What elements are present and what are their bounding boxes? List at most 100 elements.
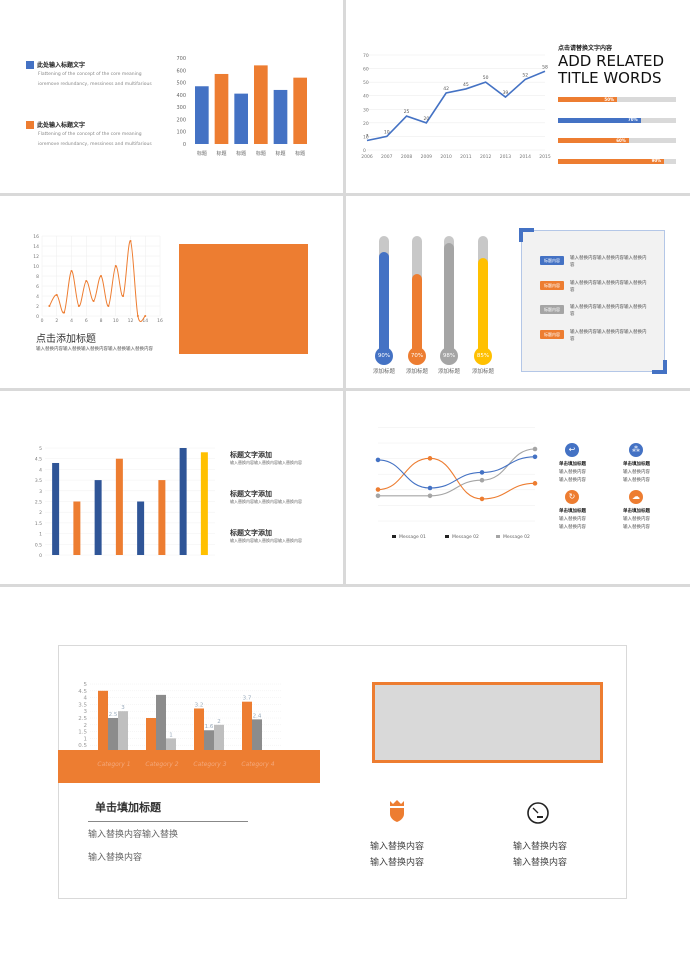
y-tick-label: 1.5 (78, 730, 87, 736)
item-title: 标题文字添加 (230, 451, 272, 459)
data-label: 50 (483, 75, 489, 81)
feature-1-line-1: 输入替换内容 (370, 842, 425, 852)
legend-label: Message 02 (503, 534, 530, 540)
feature-title: 单击填加标题 (623, 509, 650, 514)
data-point (479, 496, 485, 502)
data-point (532, 454, 538, 460)
data-label: 1 (169, 732, 173, 738)
feature-title: 单击填加标题 (559, 462, 586, 467)
cloud-icon: ☁ (629, 490, 643, 504)
data-line (48, 240, 146, 322)
progress-label: 70% (628, 117, 638, 122)
y-tick-label: 2.5 (78, 716, 87, 722)
data-point (63, 311, 66, 314)
title-underline (88, 821, 248, 822)
bar (94, 480, 102, 555)
bar (195, 86, 209, 144)
bar (214, 73, 229, 144)
y-tick-label: 4 (36, 294, 39, 300)
feature-2-line-1: 输入替换内容 (513, 842, 568, 852)
y-tick-label: 50 (363, 80, 369, 86)
feature-line: 输入替换内容 (623, 478, 650, 483)
data-label: 7 (366, 134, 369, 140)
slide-2[interactable]: 0 10 20 30 40 50 60 70 2006 2007 2008 2009 2010 2011 2… (346, 0, 690, 193)
y-tick-label: 500 (176, 81, 186, 87)
slide-4[interactable]: 90% 添加标题 70% 添加标题 98% 添加标题 85% 添加标题 标题内容 输入替换内容输… (346, 196, 690, 388)
slide-6[interactable]: Message 01 Message 02 Message 02 ↩ 单击填加标题 输入… (346, 391, 690, 584)
y-tick-label: 1 (39, 532, 42, 538)
bar (73, 501, 81, 555)
progress-fill: 60% (558, 138, 629, 143)
feature-2-line-2: 输入替换内容 (513, 858, 568, 868)
data-point (122, 295, 125, 297)
x-tick-label: 标题 (197, 150, 207, 157)
data-point (92, 300, 95, 302)
y-tick-label: 16 (33, 234, 39, 240)
y-tick-label: 60 (363, 67, 369, 73)
tag-text: 输入替换内容输入替换内容输入替换内容 (570, 305, 647, 317)
y-tick-label: 6 (36, 284, 39, 290)
y-tick-label: 0.5 (35, 542, 42, 548)
body-line-2: 输入替换内容 (88, 853, 143, 863)
x-tick-label: 0 (41, 318, 44, 324)
data-point (136, 315, 139, 317)
feature-line: 输入替换内容 (559, 517, 586, 522)
data-label: 45 (463, 82, 469, 88)
data-point (129, 240, 132, 242)
thermometer-bulb: 98% (440, 347, 458, 365)
image-placeholder[interactable] (179, 244, 308, 354)
y-tick-label: 0.5 (78, 743, 87, 749)
bar (156, 694, 166, 752)
data-label: 52 (522, 72, 528, 78)
bar (179, 448, 187, 555)
y-tick-label: 4 (84, 696, 88, 702)
data-label: 25 (404, 109, 410, 115)
y-tick-label: 0 (36, 314, 39, 320)
data-label: 2.4 (253, 713, 262, 719)
slide-3[interactable]: 0 2 4 6 8 10 12 14 16 0 2 4 6 8 10 12 14 16 点击添加标题 输入替换内容… (0, 196, 343, 388)
y-tick-label: 14 (33, 244, 39, 250)
y-tick-label: 200 (176, 117, 186, 123)
y-tick-label: 400 (176, 93, 186, 99)
bar (204, 730, 214, 752)
legend-label: Message 01 (399, 534, 426, 540)
progress-bar: 90% (558, 158, 676, 164)
data-point (77, 305, 80, 307)
y-tick-label: 4.5 (78, 689, 87, 695)
data-point (55, 294, 58, 296)
y-tick-label: 600 (176, 68, 186, 74)
slide-5[interactable]: 0 0.5 1 1.5 2 2.5 3 3.5 4 4.5 5 标题文字添加 输入替换内容输入替换内容… (0, 391, 343, 584)
thermometer-fill (444, 243, 454, 351)
y-tick-label: 4.5 (35, 457, 42, 463)
y-tick-label: 8 (36, 274, 39, 280)
progress-fill: 50% (558, 97, 617, 102)
bar (200, 452, 208, 555)
slide-desc: 输入替换内容输入替换输入替换内容输入替换输入替换内容 (36, 347, 153, 352)
bar (137, 501, 145, 555)
series-line (377, 457, 536, 500)
feature-line: 输入替换内容 (559, 478, 586, 483)
grouped-bar-chart: 00.511.522.533.544.552.5313.21.623.72.4C… (58, 682, 320, 783)
x-tick-label: 2006 (361, 154, 373, 160)
data-label: 1.6 (205, 724, 214, 730)
image-placeholder[interactable] (372, 682, 603, 763)
subtitle: 点击请替换文字内容 (558, 45, 613, 52)
refresh-icon: ↻ (565, 490, 579, 504)
feature-line: 输入替换内容 (559, 525, 586, 530)
bar (158, 480, 166, 555)
item-desc: 输入替换内容输入替换内容输入替换内容 (230, 499, 302, 504)
bar (166, 738, 176, 752)
bar (118, 711, 128, 752)
x-tick-label: Category 1 (97, 761, 130, 768)
data-point (100, 275, 102, 277)
x-tick-label: 2007 (381, 154, 393, 160)
data-label: 3.7 (243, 696, 252, 702)
slide-1[interactable]: 此处输入标题文字 Flattening of the concept of th… (0, 0, 343, 193)
slide-7[interactable]: 00.511.522.533.544.552.5313.21.623.72.4C… (0, 587, 690, 975)
tag-text: 输入替换内容输入替换内容输入替换内容 (570, 329, 647, 342)
data-line (366, 70, 546, 142)
item-title: 标题文字添加 (230, 490, 272, 498)
item-desc: 输入替换内容输入替换内容输入替换内容 (230, 538, 302, 543)
x-tick-label: 2009 (421, 154, 433, 160)
data-point (479, 477, 485, 483)
